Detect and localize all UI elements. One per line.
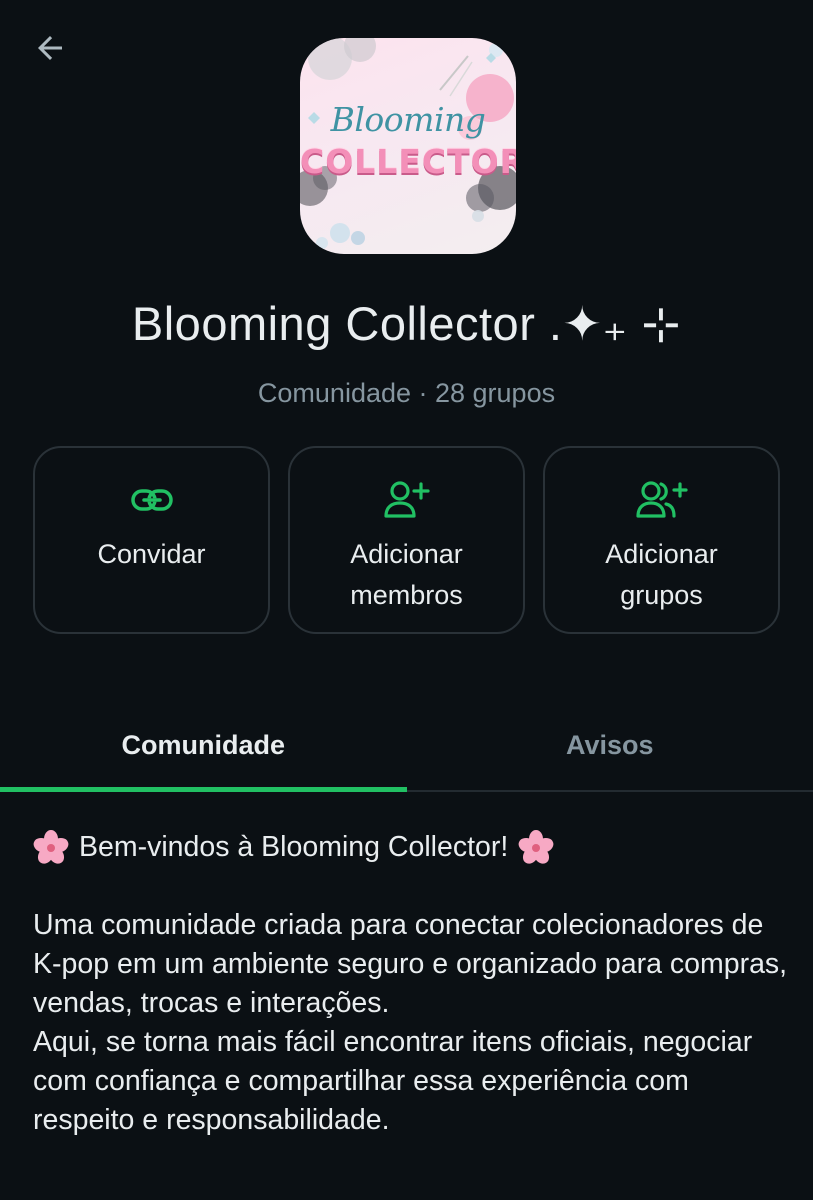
active-tab-indicator — [0, 787, 407, 792]
tab-bar: Comunidade Avisos — [0, 700, 813, 792]
cherry-blossom-icon — [33, 829, 69, 864]
description-paragraph-1: Uma comunidade criada para conectar cole… — [33, 909, 788, 1019]
tab-comunidade-label: Comunidade — [121, 729, 285, 760]
action-buttons: Convidar Adicionar membros Adicionar gru… — [33, 446, 780, 634]
add-group-icon — [635, 478, 688, 522]
community-subtitle: Comunidade · 28 grupos — [257, 378, 556, 408]
community-name: Blooming Collector .✦₊ ⊹ — [131, 297, 682, 350]
welcome-text: Bem-vindos à Blooming Collector! — [79, 831, 509, 863]
description-paragraph-2: Aqui, se torna mais fácil encontrar iten… — [33, 1026, 753, 1136]
arrow-left-icon — [38, 36, 62, 60]
welcome-line: Bem-vindos à Blooming Collector! — [33, 828, 793, 867]
tab-avisos-label: Avisos — [565, 729, 654, 760]
link-icon — [130, 478, 174, 522]
community-info-screen: Blooming COLLECTOR Blooming Collector .✦… — [0, 0, 813, 1200]
add-members-label: Adicionar membros — [350, 539, 463, 610]
add-members-button[interactable]: Adicionar membros — [288, 446, 525, 634]
tab-comunidade[interactable]: Comunidade — [0, 700, 407, 792]
add-person-icon — [383, 478, 431, 522]
avatar-logo-bold: COLLECTOR — [300, 142, 516, 181]
add-groups-label: Adicionar grupos — [605, 539, 718, 610]
invite-label: Convidar — [97, 539, 206, 569]
tab-avisos[interactable]: Avisos — [407, 700, 813, 790]
invite-button[interactable]: Convidar — [33, 446, 270, 634]
community-avatar[interactable]: Blooming COLLECTOR — [300, 38, 516, 254]
avatar-logo-script: Blooming — [330, 100, 486, 139]
cherry-blossom-icon — [518, 829, 554, 864]
add-groups-button[interactable]: Adicionar grupos — [543, 446, 780, 634]
back-button[interactable] — [28, 26, 72, 70]
community-description: Bem-vindos à Blooming Collector! Uma com… — [33, 828, 793, 1140]
